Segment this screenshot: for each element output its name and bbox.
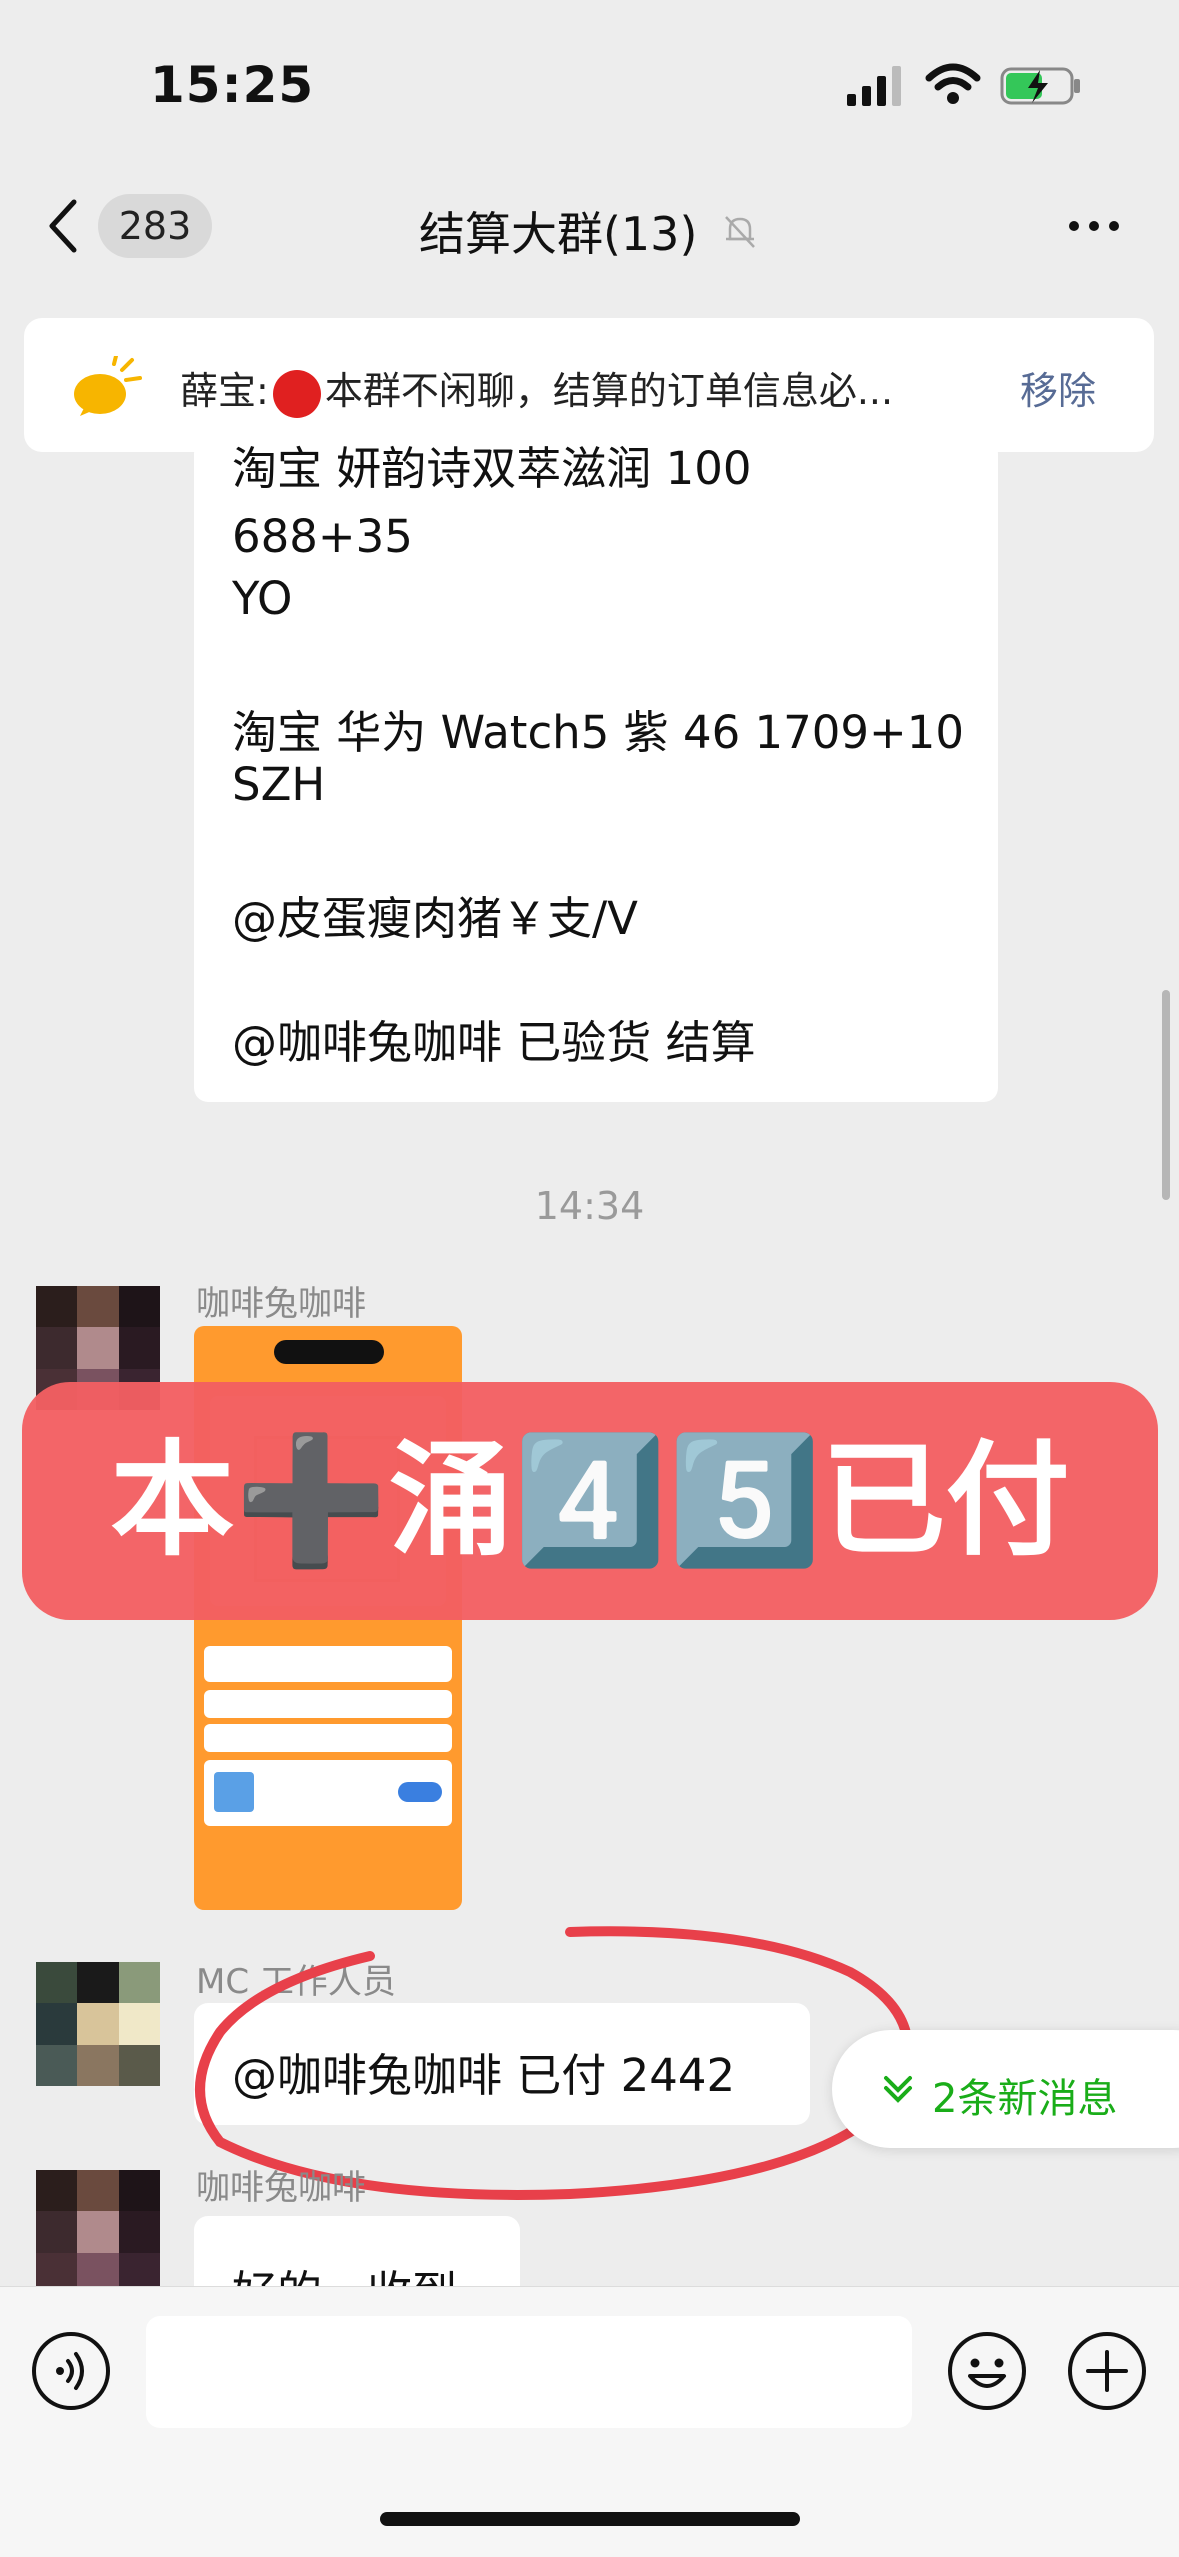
chat-title: 结算大群(13) bbox=[0, 198, 1179, 264]
message-line: YO bbox=[232, 572, 293, 625]
message-line: SZH bbox=[232, 758, 326, 811]
divider bbox=[0, 455, 1179, 475]
message-bubble-orders[interactable]: 淘宝 妍韵诗双萃滋润 100 688+35 YO 淘宝 华为 Watch5 紫 … bbox=[194, 440, 998, 1102]
new-messages-pill[interactable]: 2条新消息 bbox=[832, 2030, 1179, 2148]
pinned-sender: 薛宝: bbox=[180, 369, 269, 413]
red-circle-icon bbox=[272, 369, 321, 418]
emoji-icon[interactable] bbox=[946, 2330, 1028, 2412]
message-input[interactable] bbox=[146, 2316, 912, 2428]
add-attachment-icon[interactable] bbox=[1066, 2330, 1148, 2412]
scrollbar[interactable] bbox=[1162, 990, 1170, 1200]
sender-name: 咖啡兔咖啡 bbox=[196, 2168, 366, 2208]
remove-pinned-button[interactable]: 移除 bbox=[1020, 360, 1096, 415]
avatar[interactable] bbox=[36, 2170, 160, 2294]
muted-bell-icon bbox=[725, 216, 755, 248]
battery-charging-icon bbox=[1000, 67, 1080, 105]
pinned-message-text: 薛宝: 本群不闲聊，结算的订单信息必... bbox=[180, 360, 980, 418]
chat-title-text: 结算大群(13) bbox=[418, 207, 698, 261]
status-time: 15:25 bbox=[150, 56, 315, 114]
pinned-content: 本群不闲聊，结算的订单信息必... bbox=[324, 369, 894, 413]
more-options-icon[interactable] bbox=[1064, 206, 1124, 246]
message-line: 淘宝 华为 Watch5 紫 46 1709+10 bbox=[232, 706, 964, 759]
home-indicator[interactable] bbox=[380, 2512, 800, 2526]
announcement-bubble-icon bbox=[74, 356, 142, 416]
sender-name: 咖啡兔咖啡 bbox=[196, 1284, 366, 1324]
message-line: @皮蛋瘦肉猪￥支/V bbox=[232, 892, 638, 945]
cellular-signal-icon bbox=[847, 66, 901, 106]
new-messages-label: 2条新消息 bbox=[932, 2076, 1118, 2122]
double-chevron-down-icon bbox=[884, 2076, 912, 2103]
timestamp: 14:34 bbox=[534, 1184, 645, 1228]
avatar[interactable] bbox=[36, 1962, 160, 2086]
message-line: 688+35 bbox=[232, 510, 413, 563]
message-line: @咖啡兔咖啡 已验货 结算 bbox=[232, 1016, 756, 1069]
wifi-icon bbox=[925, 63, 981, 104]
voice-input-icon[interactable] bbox=[30, 2330, 112, 2412]
overlay-banner-text: 本➕涌4️⃣5️⃣已付 bbox=[110, 1429, 1070, 1573]
